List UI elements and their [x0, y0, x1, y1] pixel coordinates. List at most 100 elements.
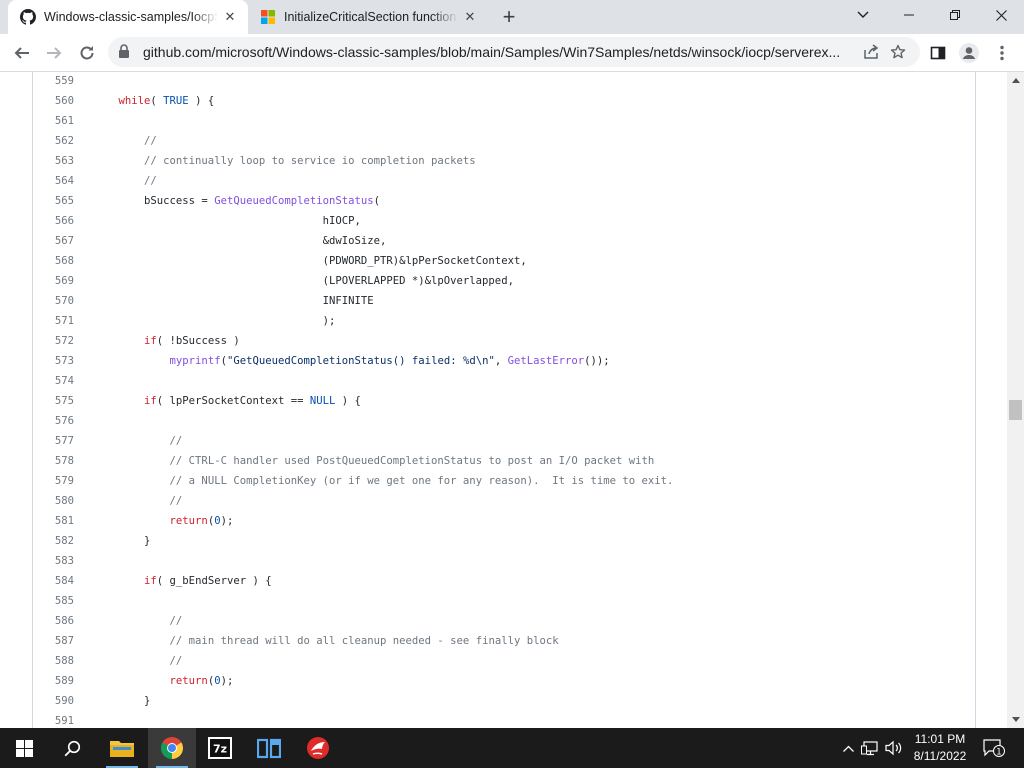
notification-count: 1: [996, 747, 1001, 757]
line-number[interactable]: 576: [33, 411, 74, 431]
code-text: }: [93, 691, 150, 711]
code-line: 568 (PDWORD_PTR)&lpPerSocketContext,: [33, 251, 973, 271]
code-line: 576: [33, 411, 973, 431]
close-tab-icon[interactable]: ✕: [222, 9, 238, 25]
minimize-icon: [904, 14, 914, 16]
line-number[interactable]: 563: [33, 151, 74, 171]
network-icon[interactable]: [860, 738, 880, 758]
line-number[interactable]: 573: [33, 351, 74, 371]
code-line: 562 //: [33, 131, 973, 151]
code-token: return: [169, 515, 208, 527]
taskbar-file-explorer[interactable]: [98, 728, 146, 768]
line-number[interactable]: 583: [33, 551, 74, 571]
menu-button[interactable]: [988, 39, 1016, 67]
line-number[interactable]: 572: [33, 331, 74, 351]
code-text: //: [93, 611, 183, 631]
line-number[interactable]: 591: [33, 711, 74, 728]
line-number[interactable]: 571: [33, 311, 74, 331]
taskbar-app[interactable]: [245, 728, 293, 768]
address-bar[interactable]: github.com/microsoft/Windows-classic-sam…: [108, 37, 920, 67]
code-text: (PDWORD_PTR)&lpPerSocketContext,: [93, 251, 527, 271]
line-number[interactable]: 569: [33, 271, 74, 291]
tab-search-button[interactable]: [840, 0, 886, 30]
line-number[interactable]: 574: [33, 371, 74, 391]
line-number[interactable]: 590: [33, 691, 74, 711]
line-number[interactable]: 560: [33, 91, 74, 111]
code-text: if( g_bEndServer ) {: [93, 571, 272, 591]
line-number[interactable]: 584: [33, 571, 74, 591]
taskbar-7zip[interactable]: 7z: [196, 728, 244, 768]
line-number[interactable]: 588: [33, 651, 74, 671]
line-number[interactable]: 562: [33, 131, 74, 151]
line-number[interactable]: 575: [33, 391, 74, 411]
bookmark-star-icon[interactable]: [889, 43, 907, 61]
code-line: 572 if( !bSuccess ): [33, 331, 973, 351]
search-icon: [64, 740, 80, 756]
back-button[interactable]: [8, 39, 36, 67]
code-line: 561: [33, 111, 973, 131]
code-token: //: [144, 135, 157, 147]
taskbar-red-app[interactable]: [294, 728, 342, 768]
line-number[interactable]: 578: [33, 451, 74, 471]
code-line: 578 // CTRL-C handler used PostQueuedCom…: [33, 451, 973, 471]
code-line: 559: [33, 72, 973, 91]
code-line: 583: [33, 551, 973, 571]
code-line: 573 myprintf("GetQueuedCompletionStatus(…: [33, 351, 973, 371]
line-number[interactable]: 567: [33, 231, 74, 251]
lock-icon[interactable]: [118, 44, 130, 64]
search-button[interactable]: [48, 728, 96, 768]
code-token: &dwIoSize,: [93, 235, 387, 247]
system-clock[interactable]: 11:01 PM 8/11/2022: [900, 731, 980, 765]
minimize-button[interactable]: [886, 0, 932, 30]
reload-button[interactable]: [73, 39, 101, 67]
code-token: //: [169, 435, 183, 447]
line-number[interactable]: 582: [33, 531, 74, 551]
line-number[interactable]: 585: [33, 591, 74, 611]
code-token: if: [144, 575, 157, 587]
code-text: //: [93, 171, 157, 191]
side-panel-button[interactable]: [924, 39, 952, 67]
code-line: 590 }: [33, 691, 973, 711]
close-icon: [995, 9, 1007, 21]
line-number[interactable]: 559: [33, 72, 74, 91]
code-text: &dwIoSize,: [93, 231, 387, 251]
line-number[interactable]: 587: [33, 631, 74, 651]
line-number[interactable]: 568: [33, 251, 74, 271]
restore-button[interactable]: [932, 0, 978, 30]
line-number[interactable]: 579: [33, 471, 74, 491]
code-line: 565 bSuccess = GetQueuedCompletionStatus…: [33, 191, 973, 211]
line-number[interactable]: 589: [33, 671, 74, 691]
tray-chevron-up-icon[interactable]: [838, 738, 858, 758]
close-tab-icon[interactable]: ✕: [462, 9, 478, 25]
page-scrollbar[interactable]: [1007, 72, 1024, 728]
line-number[interactable]: 586: [33, 611, 74, 631]
profile-button[interactable]: [955, 39, 983, 67]
scroll-thumb[interactable]: [1009, 400, 1022, 420]
line-number[interactable]: 570: [33, 291, 74, 311]
close-window-button[interactable]: [978, 0, 1024, 30]
notification-center-icon[interactable]: 1: [983, 738, 1005, 758]
scroll-up-arrow[interactable]: [1007, 72, 1024, 89]
taskbar-chrome[interactable]: [148, 728, 196, 768]
line-number[interactable]: 561: [33, 111, 74, 131]
start-button[interactable]: [0, 728, 48, 768]
url-text[interactable]: github.com/microsoft/Windows-classic-sam…: [143, 44, 855, 60]
tab-github[interactable]: Windows-classic-samples/IocpServerEx ✕: [8, 0, 248, 34]
line-number[interactable]: 581: [33, 511, 74, 531]
code-line: 571 );: [33, 311, 973, 331]
line-number[interactable]: 577: [33, 431, 74, 451]
line-number[interactable]: 565: [33, 191, 74, 211]
line-number[interactable]: 564: [33, 171, 74, 191]
forward-button[interactable]: [40, 39, 68, 67]
code-line: 580 //: [33, 491, 973, 511]
scroll-down-arrow[interactable]: [1007, 711, 1024, 728]
new-tab-button[interactable]: +: [497, 5, 521, 29]
share-icon[interactable]: [862, 43, 880, 61]
tab-microsoft-docs[interactable]: InitializeCriticalSection function (sync…: [248, 0, 488, 34]
line-number[interactable]: 566: [33, 211, 74, 231]
line-number[interactable]: 580: [33, 491, 74, 511]
